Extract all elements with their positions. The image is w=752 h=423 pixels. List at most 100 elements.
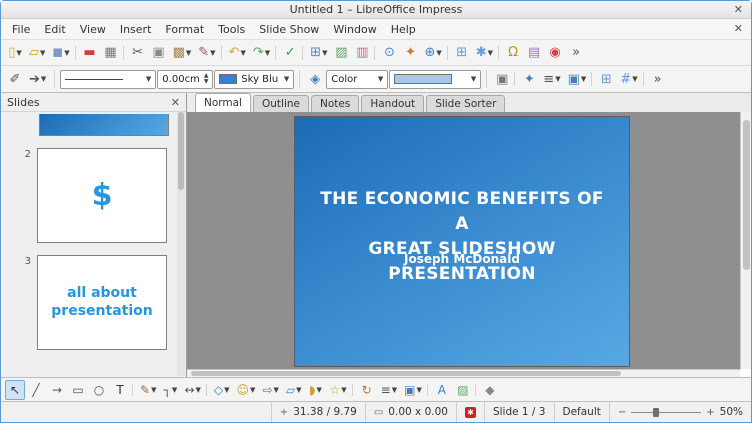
snap-guides-button[interactable]: ✱ ▼ [473, 42, 500, 64]
insert-image-button[interactable]: ▨ ▼ [453, 380, 476, 400]
view-tab[interactable]: Handout [361, 95, 425, 112]
cut-button[interactable]: ✂ ▼ [128, 42, 148, 64]
print-button[interactable]: ▦ ▼ [101, 42, 124, 64]
menu-item[interactable]: View [73, 20, 113, 39]
display-grid-button[interactable]: ⊞ ▼ [596, 68, 616, 90]
save-button[interactable]: ◼ ▼ [49, 42, 76, 64]
tool-icon: ☺ [236, 382, 250, 397]
scrollbar-thumb[interactable] [743, 120, 750, 270]
area-fill-select[interactable]: ▼ [389, 69, 482, 89]
view-tab[interactable]: Normal [195, 93, 251, 112]
ellipse-tool[interactable]: ○ ▼ [89, 380, 109, 400]
block-arrows-tool[interactable]: ⇨ ▼ [259, 380, 281, 400]
stepper-arrows-icon[interactable]: ▲ ▼ [204, 73, 209, 85]
export-pdf-button[interactable]: ▬ ▼ [80, 42, 100, 64]
connector-tool[interactable]: ┐ ▼ [160, 380, 180, 400]
basic-shapes-tool[interactable]: ◇ ▼ [211, 380, 233, 400]
slide-master-name[interactable]: Default [555, 402, 610, 422]
stars-tool[interactable]: ☆ ▼ [327, 380, 353, 400]
menu-item[interactable]: Edit [37, 20, 72, 39]
toggle-extrusion-button[interactable]: ◆ ▼ [480, 380, 500, 400]
menu-item[interactable]: Insert [113, 20, 159, 39]
gallery-button[interactable]: ▤ ▼ [524, 42, 544, 64]
slide-subtitle-textbox[interactable]: Joseph McDonald [312, 252, 613, 266]
view-tab[interactable]: Notes [311, 95, 360, 112]
help-button[interactable]: ◉ ▼ [545, 42, 565, 64]
slide-thumbnail[interactable]: $ [37, 148, 167, 243]
toolbar-overflow-button[interactable]: » ▼ [648, 68, 668, 90]
insert-image-button[interactable]: ▨ ▼ [331, 42, 351, 64]
align-objects-button[interactable]: ≡ ▼ [378, 380, 400, 400]
insert-table-button[interactable]: ⊞ ▼ [307, 42, 330, 64]
zoom-button[interactable]: ⊕ ▼ [421, 42, 449, 64]
arrow-style-button[interactable]: ➔ ▼ [26, 68, 49, 90]
open-file-button[interactable]: ▱ ▼ [26, 42, 48, 64]
rotate-tool[interactable]: ↻ ▼ [357, 380, 377, 400]
special-character-button[interactable]: Ω ▼ [503, 42, 523, 64]
line-width-stepper[interactable]: 0.00cm ▲ ▼ [157, 69, 214, 89]
shadow-button[interactable]: ▣ ▼ [492, 68, 516, 90]
menu-item[interactable]: Window [326, 20, 383, 39]
curve-tool[interactable]: ✎ ▼ [137, 380, 159, 400]
slide-title-textbox[interactable]: THE ECONOMIC BENEFITS OF A GREAT SLIDESH… [312, 187, 613, 287]
toolbar-overflow-button[interactable]: » ▼ [566, 42, 586, 64]
slides-panel-close-button[interactable]: ✕ [171, 96, 180, 109]
horizontal-scrollbar[interactable] [187, 369, 740, 377]
line-tool[interactable]: ╱ ▼ [26, 380, 46, 400]
cursor-position-value: 31.38 / 9.79 [293, 406, 357, 418]
area-style-select[interactable]: Color ▼ [326, 69, 389, 89]
helplines-button[interactable]: # ▼ [617, 68, 644, 90]
copy-button[interactable]: ▣ ▼ [149, 42, 169, 64]
text-box-tool[interactable]: T ▼ [110, 380, 133, 400]
arrange-button[interactable]: ▣ ▼ [565, 68, 592, 90]
zoom-out-button[interactable]: − [618, 407, 626, 418]
zoom-in-button[interactable]: + [706, 407, 714, 418]
new-presentation-button[interactable]: ▯ ▼ [5, 42, 25, 64]
fill-color-button[interactable]: ◈ [305, 68, 325, 90]
undo-button[interactable]: ↶ ▼ [226, 42, 249, 64]
lines-arrows-tool[interactable]: ↔ ▼ [181, 380, 208, 400]
redo-button[interactable]: ↷ ▼ [250, 42, 277, 64]
current-slide[interactable]: THE ECONOMIC BENEFITS OF A GREAT SLIDESH… [295, 117, 629, 366]
slide-thumbnail-partial[interactable] [39, 114, 169, 136]
menu-item[interactable]: File [5, 20, 37, 39]
document-close-button[interactable]: ✕ [734, 22, 743, 35]
navigator-button[interactable]: ✦ ▼ [400, 42, 420, 64]
arrange-button[interactable]: ▣ ▼ [401, 380, 428, 400]
view-tab[interactable]: Outline [253, 95, 309, 112]
display-grid-button[interactable]: ⊞ ▼ [452, 42, 472, 64]
paste-button[interactable]: ▩ ▼ [170, 42, 195, 64]
view-tab[interactable]: Slide Sorter [426, 95, 506, 112]
menu-item[interactable]: Help [384, 20, 423, 39]
find-replace-button[interactable]: ⊙ ▼ [379, 42, 399, 64]
slides-panel-scrollbar[interactable] [177, 112, 185, 376]
flowchart-tool[interactable]: ▱ ▼ [283, 380, 305, 400]
select-tool[interactable]: ↖ ▼ [5, 379, 25, 400]
menu-item[interactable]: Tools [211, 20, 252, 39]
interaction-button[interactable]: ✦ ▼ [519, 68, 539, 90]
scrollbar-thumb[interactable] [191, 371, 621, 376]
line-style-select[interactable]: ▼ [60, 69, 157, 89]
window-close-button[interactable]: ✕ [734, 3, 743, 16]
slide-canvas[interactable]: THE ECONOMIC BENEFITS OF A GREAT SLIDESH… [187, 112, 740, 369]
line-color-select[interactable]: Sky Blu ▼ [214, 69, 295, 89]
align-objects-button[interactable]: ≡ ▼ [540, 68, 563, 90]
clone-formatting-button[interactable]: ✎ ▼ [195, 42, 222, 64]
zoom-slider[interactable] [631, 407, 702, 418]
rectangle-tool[interactable]: ▭ ▼ [68, 380, 88, 400]
vertical-scrollbar[interactable] [740, 112, 751, 369]
insert-chart-button[interactable]: ▥ ▼ [352, 42, 376, 64]
spelling-button[interactable]: ✓ ▼ [280, 42, 304, 64]
fontwork-button[interactable]: A ▼ [432, 380, 452, 400]
arrow-line-tool[interactable]: → ▼ [47, 380, 67, 400]
callouts-tool[interactable]: ◗ ▼ [306, 380, 326, 400]
scrollbar-thumb[interactable] [178, 112, 184, 190]
edit-points-button[interactable]: ✐ [5, 68, 25, 90]
zoom-slider-marker[interactable] [653, 407, 660, 417]
tool-icon: A [437, 382, 446, 397]
menu-item[interactable]: Slide Show [252, 20, 326, 39]
slide-thumbnail[interactable]: all about presentation [37, 255, 167, 350]
menu-item[interactable]: Format [158, 20, 211, 39]
symbol-shapes-tool[interactable]: ☺ ▼ [234, 380, 259, 400]
zoom-level-value[interactable]: 50% [720, 406, 743, 418]
